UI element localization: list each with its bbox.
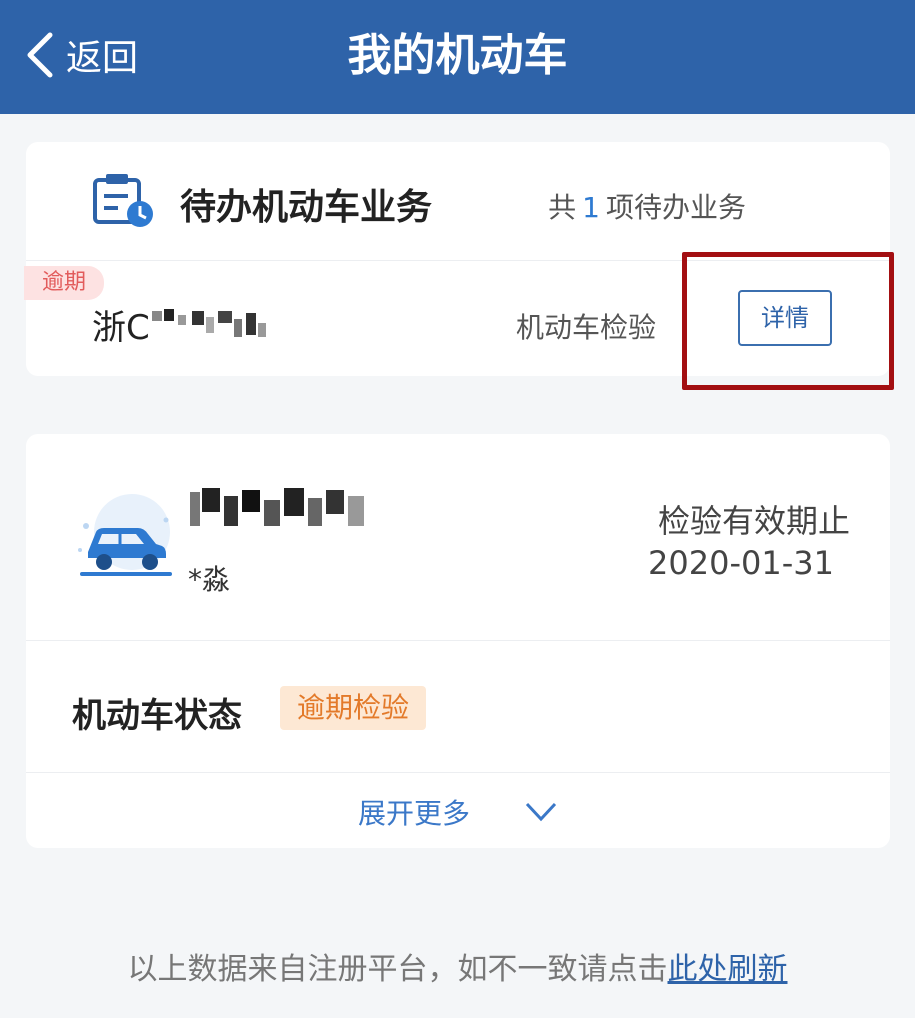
status-label: 机动车状态 bbox=[72, 696, 242, 736]
todo-plate: 浙C bbox=[92, 300, 270, 349]
todo-plate-prefix: 浙C bbox=[92, 308, 150, 348]
expand-more-label: 展开更多 bbox=[358, 797, 471, 830]
status-badge: 逾期检验 bbox=[280, 686, 426, 730]
todo-title: 待办机动车业务 bbox=[180, 187, 433, 228]
todo-count-number: 1 bbox=[582, 191, 600, 224]
valid-until-label: 检验有效期止 bbox=[657, 502, 850, 540]
divider bbox=[26, 772, 890, 773]
overdue-tag: 逾期 bbox=[24, 266, 104, 300]
page-title: 我的机动车 bbox=[347, 30, 568, 81]
owner-name: *淼 bbox=[188, 563, 231, 596]
todo-count-prefix: 共 bbox=[548, 191, 577, 224]
refresh-link[interactable]: 此处刷新 bbox=[668, 952, 788, 987]
divider bbox=[26, 640, 890, 641]
footer-note-text: 以上数据来自注册平台，如不一致请点击 bbox=[127, 952, 668, 987]
top-bar: 返回 我的机动车 bbox=[0, 0, 915, 114]
todo-count-suffix: 项待办业务 bbox=[605, 191, 746, 224]
todo-count: 共 1 项待办业务 bbox=[548, 186, 746, 226]
valid-until-date: 2020-01-31 bbox=[648, 544, 834, 582]
service-type: 机动车检验 bbox=[516, 311, 657, 344]
highlight-box bbox=[682, 252, 894, 390]
todo-clipboard-clock-icon bbox=[93, 174, 153, 227]
vehicle-card: *淼 检验有效期止 2020-01-31 机动车状态 逾期检验 展开更多 bbox=[26, 434, 890, 848]
footer-note: 以上数据来自注册平台，如不一致请点击此处刷新 bbox=[0, 944, 915, 988]
chevron-down-icon bbox=[525, 802, 557, 822]
expand-more-button[interactable]: 展开更多 bbox=[358, 792, 558, 832]
plate-mosaic bbox=[151, 308, 266, 337]
car-icon bbox=[78, 494, 172, 576]
vehicle-plate-mosaic bbox=[190, 488, 364, 526]
